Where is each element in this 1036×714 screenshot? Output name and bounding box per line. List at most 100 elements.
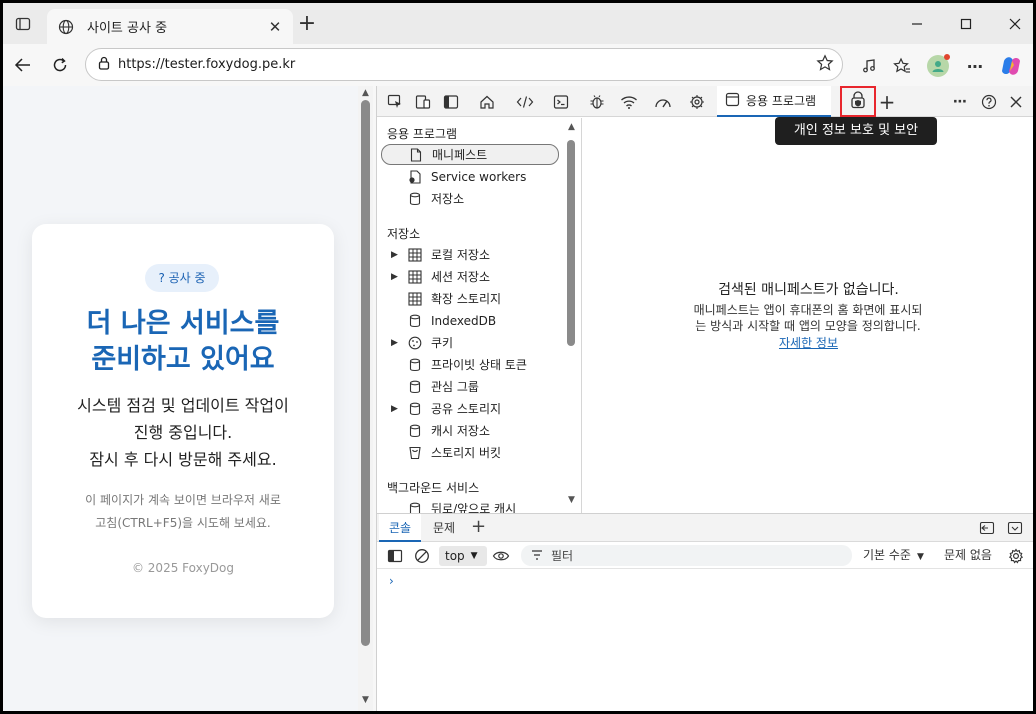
headline-line-1: 더 나은 서비스를 — [86, 308, 280, 339]
address-bar[interactable]: https://tester.foxydog.pe.kr — [85, 48, 843, 81]
log-levels-dropdown[interactable]: 기본 수준 ▼ — [863, 542, 924, 569]
sidebar-section-app: 응용 프로그램 — [387, 127, 458, 141]
dock-side-icon[interactable] — [439, 90, 463, 114]
elements-icon[interactable] — [513, 90, 537, 114]
tab-application[interactable]: 응용 프로그램 — [717, 86, 831, 117]
database-icon — [407, 501, 423, 513]
console-prompt[interactable]: › — [389, 574, 394, 588]
context-selector[interactable]: top ▼ — [439, 546, 487, 566]
scroll-down-arrow-icon[interactable]: ▼ — [567, 496, 576, 505]
tab-close-icon[interactable]: ✕ — [267, 18, 283, 36]
close-window-icon[interactable] — [995, 13, 1033, 35]
browser-tab[interactable]: 사이트 공사 중 ✕ — [47, 9, 293, 44]
learn-more-link[interactable]: 자세한 정보 — [583, 334, 1033, 351]
scroll-up-arrow-icon[interactable]: ▲ — [567, 123, 576, 132]
sidebar-item-label: 쿠키 — [431, 336, 454, 350]
dock-drawer-icon[interactable] — [977, 519, 997, 537]
sidebar-item-cache-storage[interactable]: 캐시 저장소 — [377, 420, 567, 441]
sidebar-item-private-state-tokens[interactable]: 프라이빗 상태 토큰 — [377, 354, 567, 375]
page-scrollbar[interactable]: ▲ ▼ — [358, 86, 373, 711]
url-text[interactable]: https://tester.foxydog.pe.kr — [118, 57, 816, 72]
tab-strip: 사이트 공사 중 ✕ + — [3, 3, 1033, 44]
browser-window: 사이트 공사 중 ✕ + https://tester.foxydog.pe.k… — [3, 3, 1033, 711]
sidebar-item-cookies[interactable]: ▶ 쿠키 — [377, 332, 567, 353]
expand-arrow-icon[interactable]: ▶ — [391, 272, 403, 282]
sidebar-section-background: 백그라운드 서비스 — [387, 481, 480, 495]
desc-line-1: 시스템 점검 및 업데이트 작업이 — [77, 396, 289, 415]
sidebar-scrollbar[interactable]: ▲ ▼ — [564, 118, 578, 513]
memory-chip-icon[interactable] — [685, 90, 709, 114]
desc-line-3: 잠시 후 다시 방문해 주세요. — [89, 450, 277, 469]
tab-issues[interactable]: 문제 — [423, 514, 465, 542]
device-toolbar-icon[interactable] — [411, 90, 435, 114]
devtools-more-icon[interactable]: ⋯ — [948, 90, 972, 114]
sidebar-item-session-storage[interactable]: ▶ 세션 저장소 — [377, 266, 567, 287]
issues-counter[interactable]: 문제 없음 — [944, 542, 992, 569]
help-icon[interactable] — [977, 90, 1001, 114]
maintenance-card: ? 공사 중 더 나은 서비스를 준비하고 있어요 시스템 점검 및 업데이트 … — [32, 224, 334, 618]
network-wifi-icon[interactable] — [617, 90, 641, 114]
sidebar-item-bfcache[interactable]: 뒤로/앞으로 캐시 — [377, 498, 567, 513]
clear-console-icon[interactable] — [412, 546, 432, 565]
sidebar-item-storage-buckets[interactable]: 스토리지 버킷 — [377, 442, 567, 463]
sidebar-item-service-workers[interactable]: Service workers — [377, 166, 567, 187]
privacy-security-tab[interactable] — [840, 86, 876, 117]
drawer-add-tab-button[interactable]: + — [471, 516, 486, 537]
hint-line-2: 고침(CTRL+F5)을 시도해 보세요. — [95, 516, 271, 530]
inspect-element-icon[interactable] — [383, 90, 407, 114]
sidebar-section-storage: 저장소 — [387, 227, 421, 241]
sidebar-item-local-storage[interactable]: ▶ 로컬 저장소 — [377, 244, 567, 265]
expand-arrow-icon[interactable]: ▶ — [391, 250, 403, 260]
sidebar-item-indexeddb[interactable]: IndexedDB — [377, 310, 567, 331]
console-icon[interactable] — [549, 90, 573, 114]
sources-bug-icon[interactable] — [585, 90, 609, 114]
tab-title: 사이트 공사 중 — [87, 21, 168, 36]
application-window-icon — [725, 92, 740, 110]
expand-arrow-icon[interactable]: ▶ — [391, 338, 403, 348]
refresh-icon[interactable] — [48, 54, 72, 76]
copilot-icon[interactable] — [999, 54, 1023, 78]
collapse-drawer-icon[interactable] — [1005, 519, 1025, 537]
favorite-star-icon[interactable] — [816, 54, 834, 75]
drawer-tabs: 콘솔 문제 + — [377, 514, 1033, 542]
page-title: 더 나은 서비스를 준비하고 있어요 — [32, 306, 334, 378]
bucket-icon — [407, 445, 423, 461]
back-icon[interactable] — [11, 54, 35, 76]
welcome-home-icon[interactable] — [475, 90, 499, 114]
sidebar-item-label: 공유 스토리지 — [431, 402, 502, 416]
sidebar-item-label: 뒤로/앞으로 캐시 — [431, 502, 517, 513]
database-icon — [407, 401, 423, 417]
new-tab-button[interactable]: + — [294, 13, 320, 36]
expand-arrow-icon[interactable]: ▶ — [391, 404, 403, 414]
close-devtools-icon[interactable] — [1004, 90, 1028, 114]
tab-console[interactable]: 콘솔 — [379, 514, 422, 542]
live-expression-eye-icon[interactable] — [491, 546, 511, 565]
performance-gauge-icon[interactable] — [651, 90, 675, 114]
scrollbar-thumb[interactable] — [567, 140, 575, 346]
more-menu-icon[interactable]: ⋯ — [963, 54, 987, 78]
filter-input[interactable]: 필터 — [521, 545, 852, 566]
tab-actions-icon[interactable] — [11, 13, 35, 35]
database-icon — [407, 313, 423, 329]
lock-icon[interactable] — [98, 56, 110, 73]
sidebar-item-extension-storage[interactable]: 확장 스토리지 — [377, 288, 567, 309]
sidebar-item-manifest[interactable]: 매니페스트 — [381, 144, 559, 165]
scroll-down-arrow-icon[interactable]: ▼ — [361, 696, 370, 705]
maximize-icon[interactable] — [946, 13, 986, 35]
scroll-up-arrow-icon[interactable]: ▲ — [361, 89, 370, 98]
sidebar-item-storage[interactable]: 저장소 — [377, 188, 567, 209]
minimize-icon[interactable] — [897, 13, 937, 35]
add-tool-button[interactable]: + — [875, 90, 899, 114]
sidebar-item-shared-storage[interactable]: ▶ 공유 스토리지 — [377, 398, 567, 419]
console-settings-gear-icon[interactable] — [1006, 546, 1026, 565]
profile-avatar[interactable] — [926, 54, 950, 78]
sidebar-item-label: 저장소 — [431, 192, 465, 206]
devtools-toolbar: 응용 프로그램 + ⋯ — [377, 86, 1033, 117]
scrollbar-thumb[interactable] — [361, 100, 370, 646]
description: 시스템 점검 및 업데이트 작업이 진행 중입니다. 잠시 후 다시 방문해 주… — [32, 392, 334, 473]
media-icon[interactable] — [857, 54, 881, 78]
favorites-icon[interactable] — [890, 54, 914, 78]
sidebar-toggle-icon[interactable] — [385, 546, 405, 565]
status-badge: ? 공사 중 — [145, 264, 219, 292]
sidebar-item-interest-groups[interactable]: 관심 그룹 — [377, 376, 567, 397]
